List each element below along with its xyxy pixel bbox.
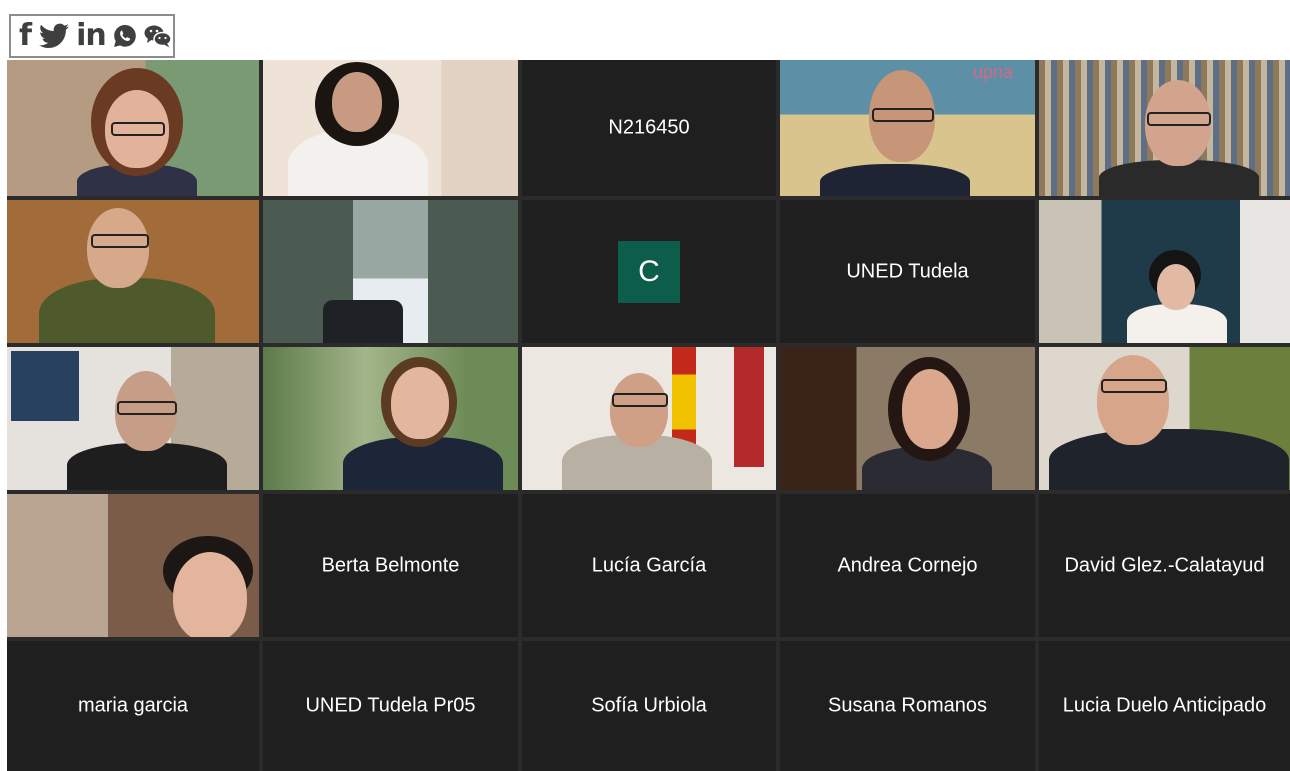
person-glasses [1101,379,1167,393]
participant-avatar: C [618,240,680,303]
participant-name-tile[interactable]: Sofía Urbiola [522,641,776,771]
linkedin-icon[interactable]: in [76,21,107,51]
person-glasses [872,108,934,122]
person-glasses [612,393,668,407]
video-meeting-gallery: N216450 upna C UNED Tudela Berta Belmont… [7,60,1290,771]
participant-name: N216450 [608,116,690,139]
person-face [1097,355,1169,445]
upna-watermark: upna [972,62,1013,82]
wall-poster [11,351,79,421]
participant-name-tile[interactable]: Lucia Duelo Anticipado [1039,641,1290,771]
participant-video-tile[interactable] [7,347,259,490]
participant-name: Susana Romanos [828,694,987,717]
wechat-glyph [144,25,172,48]
participant-video-tile[interactable] [522,347,776,490]
participant-video-tile[interactable] [263,347,518,490]
participant-video-tile[interactable] [7,60,259,196]
participant-name: Andrea Cornejo [837,554,978,576]
participant-name-tile[interactable]: Lucía García [522,494,776,637]
participant-name: UNED Tudela Pr05 [305,694,476,717]
person-face [610,373,668,447]
participant-name: UNED Tudela [846,260,969,282]
whatsapp-icon[interactable] [113,21,137,51]
facebook-icon[interactable]: f [19,21,32,51]
participant-name-tile[interactable]: UNED Tudela [780,200,1035,343]
person-glasses [117,401,177,415]
person-body [39,278,215,343]
person-body [1049,429,1289,490]
participant-video-tile-active-speaker[interactable] [1039,347,1290,490]
person-face [87,208,149,288]
social-share-bar: f in [9,14,175,58]
participant-name: David Glez.-Calatayud [1064,554,1265,576]
participant-video-tile[interactable] [7,494,259,637]
person-face [1157,264,1195,310]
twitter-icon[interactable] [39,21,70,51]
wechat-icon[interactable] [144,21,172,51]
participant-name-tile[interactable]: David Glez.-Calatayud [1039,494,1290,637]
participant-name: Lucía García [591,554,707,576]
navarra-flag [734,347,764,467]
participant-name-tile[interactable]: Susana Romanos [780,641,1035,771]
participant-video-tile[interactable] [7,200,259,343]
participant-name: maria garcia [77,694,189,717]
participant-avatar-tile[interactable]: C [522,200,776,343]
person-face [391,367,449,439]
person-face [173,552,247,637]
vehicle-shape [323,300,403,343]
participant-video-tile[interactable] [1039,200,1290,343]
participant-video-tile[interactable] [263,200,518,343]
participant-name-tile[interactable]: UNED Tudela Pr05 [263,641,518,771]
person-face [332,72,382,132]
participant-name: Berta Belmonte [321,554,460,576]
trees-right [428,200,518,343]
participant-name-tile[interactable]: N216450 [522,60,776,196]
person-glasses [111,122,165,136]
participant-video-tile[interactable] [1039,60,1290,196]
person-glasses [1147,112,1211,126]
person-face [902,369,958,449]
participant-name-tile[interactable]: Berta Belmonte [263,494,518,637]
participant-name-tile[interactable]: maria garcia [7,641,259,771]
person-body [820,164,970,196]
participant-video-tile[interactable] [780,347,1035,490]
whatsapp-glyph [113,25,136,47]
participant-video-tile[interactable] [263,60,518,196]
participant-name-tile[interactable]: Andrea Cornejo [780,494,1035,637]
participant-name: Lucia Duelo Anticipado [1062,694,1267,717]
participant-name: Sofía Urbiola [591,694,707,717]
twitter-bird-glyph [39,23,70,48]
person-glasses [91,234,149,248]
participant-video-tile[interactable]: upna [780,60,1035,196]
